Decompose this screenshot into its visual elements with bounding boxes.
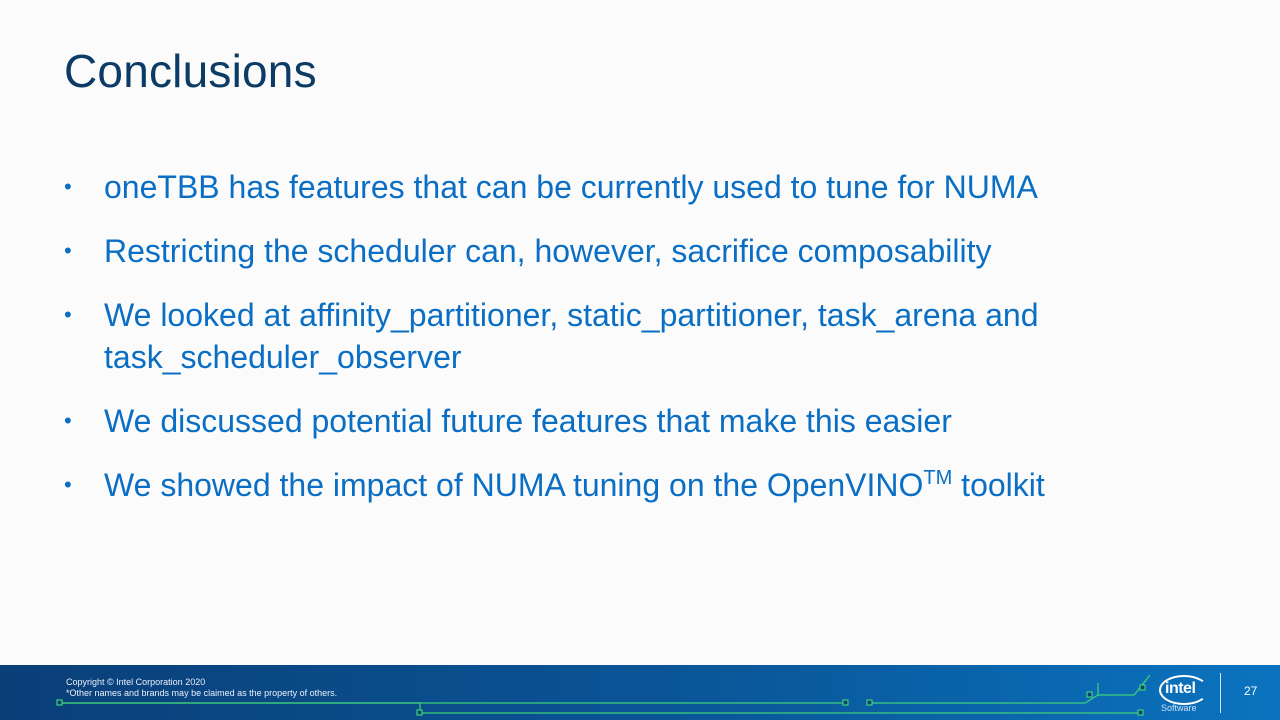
trademark-superscript: TM bbox=[923, 467, 953, 489]
bullet-text: Restricting the scheduler can, however, … bbox=[104, 233, 992, 269]
slide-title: Conclusions bbox=[64, 45, 317, 97]
bullet-marker: • bbox=[64, 472, 72, 497]
logo-subtext: Software bbox=[1161, 703, 1197, 713]
page-number: 27 bbox=[1244, 684, 1258, 698]
bullet-marker: • bbox=[64, 238, 72, 263]
footer-legal: Copyright © Intel Corporation 2020 *Othe… bbox=[66, 677, 337, 699]
copyright-text: Copyright © Intel Corporation 2020 bbox=[66, 677, 206, 687]
bullet-marker: • bbox=[64, 408, 72, 433]
logo-wordmark: intel bbox=[1165, 680, 1196, 697]
disclaimer-text: *Other names and brands may be claimed a… bbox=[66, 688, 338, 698]
bullet-marker: • bbox=[64, 174, 72, 199]
footer-divider bbox=[1220, 673, 1221, 713]
bullet-item: • We discussed potential future features… bbox=[62, 400, 1222, 442]
bullet-text: oneTBB has features that can be currentl… bbox=[104, 169, 1038, 205]
bullet-item: • oneTBB has features that can be curren… bbox=[62, 166, 1222, 208]
bullet-list: • oneTBB has features that can be curren… bbox=[62, 166, 1222, 528]
bullet-text-after: toolkit bbox=[952, 467, 1045, 503]
bullet-item: • We showed the impact of NUMA tuning on… bbox=[62, 464, 1222, 506]
bullet-marker: • bbox=[64, 302, 72, 327]
bullet-item: • Restricting the scheduler can, however… bbox=[62, 230, 1222, 272]
bullet-text: We discussed potential future features t… bbox=[104, 403, 952, 439]
footer-bar: Copyright © Intel Corporation 2020 *Othe… bbox=[0, 665, 1280, 720]
bullet-item: • We looked at affinity_partitioner, sta… bbox=[62, 294, 1222, 378]
intel-software-logo: intel Software bbox=[1157, 671, 1215, 715]
bullet-text-before: We showed the impact of NUMA tuning on t… bbox=[104, 467, 924, 503]
bullet-text: We looked at affinity_partitioner, stati… bbox=[104, 297, 1039, 375]
slide: Conclusions • oneTBB has features that c… bbox=[0, 0, 1280, 720]
